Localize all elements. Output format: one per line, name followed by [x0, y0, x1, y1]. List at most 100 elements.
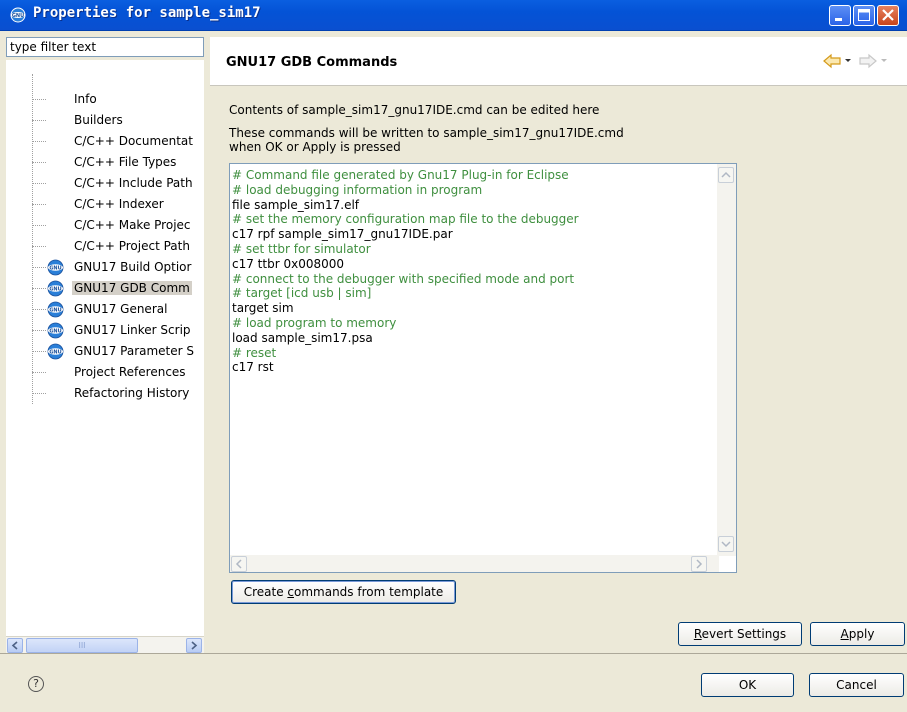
scroll-down-button[interactable]	[718, 536, 734, 552]
tree-item-label: Builders	[74, 113, 123, 127]
property-tree[interactable]: Info Builders C/C++ Documentat C/C++ File T…	[6, 60, 204, 650]
minimize-button[interactable]	[829, 5, 851, 26]
page-title: GNU17 GDB Commands	[226, 55, 398, 70]
tree-connector	[32, 309, 46, 310]
chevron-left-icon	[11, 641, 18, 650]
tree-item-label: C/C++ Indexer	[74, 197, 164, 211]
tree-item[interactable]: C/C++ Include Path	[6, 174, 204, 194]
svg-text:GNU: GNU	[49, 328, 61, 334]
create-from-template-button[interactable]: Create commands from template	[231, 580, 456, 604]
tree-item[interactable]: Project References	[6, 363, 204, 383]
comment-line: # Command file generated by Gnu17 Plug-i…	[232, 168, 569, 182]
gnu-icon: GNU	[47, 280, 64, 297]
tree-item[interactable]: Builders	[6, 111, 204, 131]
close-button[interactable]	[877, 5, 899, 26]
tree-item-label: GNU17 Parameter S	[74, 344, 195, 358]
command-line: target sim	[232, 301, 294, 316]
scroll-right-button[interactable]	[186, 638, 202, 653]
write-description-line1: These commands will be written to sample…	[229, 126, 624, 140]
command-line: c17 rst	[232, 360, 274, 375]
help-icon[interactable]: ?	[28, 676, 44, 692]
tree-item[interactable]: C/C++ Documentat	[6, 132, 204, 152]
scroll-left-button[interactable]	[7, 638, 23, 653]
svg-text:GNU: GNU	[49, 286, 61, 292]
tree-connector	[32, 141, 46, 142]
back-dropdown-icon[interactable]	[844, 58, 852, 64]
tree-item-label: GNU17 Build Optior	[74, 260, 192, 274]
editor-horizontal-scrollbar[interactable]	[230, 555, 719, 572]
tree-item[interactable]: C/C++ Indexer	[6, 195, 204, 215]
tree-item[interactable]: C/C++ Make Projec	[6, 216, 204, 236]
maximize-button[interactable]	[853, 5, 875, 26]
svg-text:GNU: GNU	[49, 265, 61, 271]
tree-connector	[32, 204, 46, 205]
tree-horizontal-scrollbar[interactable]: III	[6, 636, 204, 654]
tree-item[interactable]: GNU GNU17 Parameter S	[6, 342, 204, 362]
cancel-button[interactable]: Cancel	[809, 673, 904, 697]
tree-item[interactable]: Refactoring History	[6, 384, 204, 404]
gnu-icon: GNU	[47, 343, 64, 360]
minimize-icon	[835, 18, 842, 21]
editor-text[interactable]: # Command file generated by Gnu17 Plug-i…	[232, 168, 579, 375]
svg-text:GNU: GNU	[49, 349, 61, 355]
command-line: file sample_sim17.elf	[232, 197, 360, 212]
page-header: GNU17 GDB Commands	[210, 37, 907, 86]
tree-connector	[32, 99, 46, 100]
comment-line: # load program to memory	[232, 315, 397, 330]
comment-line: # target [icd usb | sim]	[232, 286, 372, 301]
write-description: These commands will be written to sample…	[229, 126, 689, 154]
tree-connector	[32, 120, 46, 121]
title-bar[interactable]: GNU Properties for sample_sim17	[0, 0, 907, 31]
comment-line: # connect to the debugger with specified…	[232, 271, 575, 286]
tree-item[interactable]: GNU GNU17 GDB Comm	[6, 279, 204, 299]
chevron-right-icon	[696, 559, 703, 569]
command-line: c17 rpf sample_sim17_gnu17IDE.par	[232, 227, 453, 242]
window-title: Properties for sample_sim17	[33, 5, 261, 21]
maximize-icon	[858, 9, 870, 21]
chevron-up-icon	[721, 171, 731, 178]
tree-connector	[32, 183, 46, 184]
tree-item-label: GNU17 General	[74, 302, 168, 316]
editor-scroll-left-button[interactable]	[231, 556, 247, 572]
tree-item[interactable]: GNU GNU17 General	[6, 300, 204, 320]
scroll-thumb[interactable]: III	[26, 638, 138, 653]
tree-item[interactable]: Info	[6, 90, 204, 110]
gnu-icon: GNU	[47, 301, 64, 318]
tree-connector	[32, 288, 46, 289]
tree-item-label: Info	[74, 92, 97, 106]
tree-item[interactable]: C/C++ Project Path	[6, 237, 204, 257]
svg-text:GNU: GNU	[49, 307, 61, 313]
svg-text:GNU: GNU	[12, 13, 24, 19]
tree-item-label: GNU17 Linker Scrip	[74, 323, 191, 337]
command-editor[interactable]: # Command file generated by Gnu17 Plug-i…	[229, 163, 737, 573]
filter-input[interactable]: type filter text	[6, 37, 204, 57]
edit-description: Contents of sample_sim17_gnu17IDE.cmd ca…	[229, 103, 600, 117]
tree-item-label: C/C++ Documentat	[74, 134, 193, 148]
comment-line: # load debugging information in program	[232, 182, 483, 197]
ok-button[interactable]: OK	[701, 673, 794, 697]
tree-item-label: C/C++ Project Path	[74, 239, 190, 253]
forward-arrow-icon[interactable]	[858, 53, 878, 69]
back-arrow-icon[interactable]	[822, 53, 842, 69]
editor-scroll-right-button[interactable]	[691, 556, 707, 572]
tree-item-label: C/C++ File Types	[74, 155, 177, 169]
scroll-up-button[interactable]	[718, 167, 734, 183]
command-line: c17 ttbr 0x008000	[232, 256, 345, 271]
editor-vertical-scrollbar[interactable]	[717, 164, 736, 556]
tree-item[interactable]: GNU GNU17 Linker Scrip	[6, 321, 204, 341]
tree-item[interactable]: GNU GNU17 Build Optior	[6, 258, 204, 278]
revert-settings-button[interactable]: Revert Settings	[678, 622, 802, 646]
tree-connector	[32, 246, 46, 247]
close-icon	[882, 9, 894, 21]
comment-line: # set the memory configuration map file …	[232, 212, 579, 227]
command-line: load sample_sim17.psa	[232, 330, 373, 345]
tree-item-label: GNU17 GDB Comm	[72, 281, 192, 295]
tree-item-label: C/C++ Include Path	[74, 176, 193, 190]
chevron-down-icon	[721, 541, 731, 548]
tree-item[interactable]: C/C++ File Types	[6, 153, 204, 173]
tree-connector	[32, 351, 46, 352]
tree-connector	[32, 225, 46, 226]
forward-dropdown-icon	[881, 59, 887, 62]
tree-item-label: C/C++ Make Projec	[74, 218, 191, 232]
apply-button[interactable]: Apply	[810, 622, 905, 646]
